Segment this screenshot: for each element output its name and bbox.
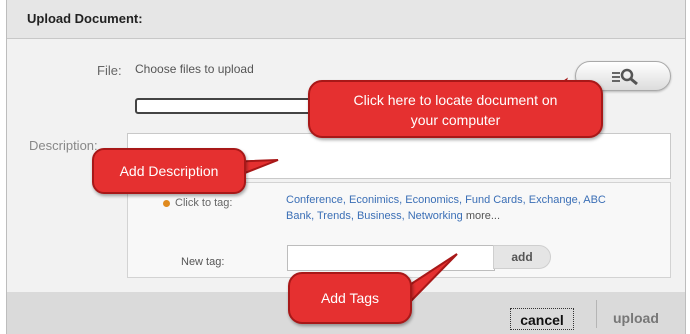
add-description-callout: Add Description xyxy=(92,148,246,194)
locate-document-callout: Click here to locate document on your co… xyxy=(308,80,603,138)
locate-callout-line2: your computer xyxy=(410,112,501,128)
add-tags-callout: Add Tags xyxy=(288,272,412,324)
locate-callout-line1: Click here to locate document on xyxy=(353,92,558,108)
